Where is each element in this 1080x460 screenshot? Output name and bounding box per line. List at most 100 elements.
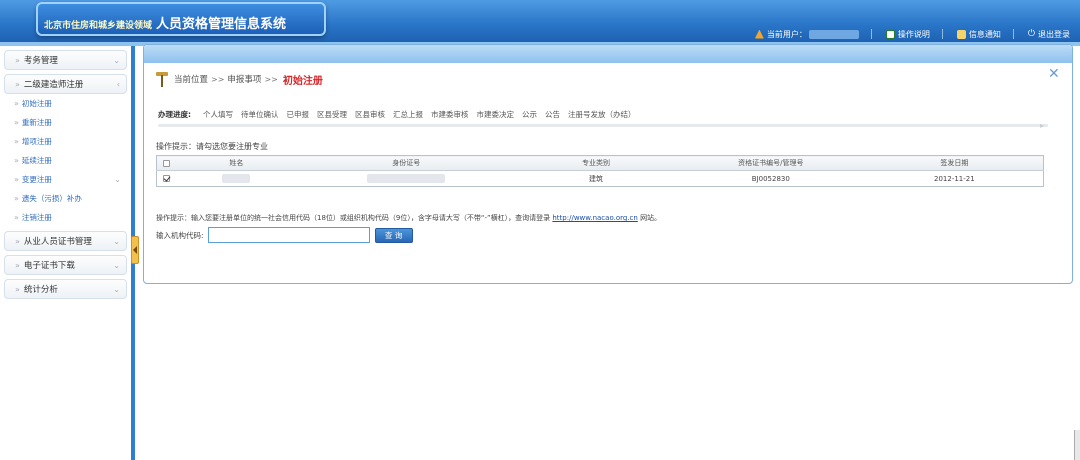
id-redacted	[367, 174, 446, 183]
logo-title: 人员资格管理信息系统	[156, 17, 287, 32]
sidebar-item-label: 初始注册	[21, 99, 52, 108]
help-link[interactable]: 操作说明	[885, 29, 930, 40]
sidebar-item-cancel[interactable]: » 注销注册	[0, 208, 131, 227]
double-chevron-icon: »	[15, 236, 20, 246]
table-row[interactable]: 建筑 BJ0052830 2012-11-21	[156, 170, 1044, 187]
org-code-hint-suffix: 网站。	[640, 214, 662, 222]
sidebar-item-label: 延续注册	[21, 156, 52, 165]
progress-step: 待单位确认	[241, 109, 279, 119]
sidebar-group-label: 二级建造师注册	[23, 80, 84, 90]
double-chevron-icon: »	[14, 156, 19, 165]
user-toolbar: 当前用户： 操作说明 信息通知 ⏻ 退出登录	[741, 28, 1070, 40]
double-chevron-icon: »	[15, 79, 20, 89]
notice-label: 信息通知	[968, 29, 1001, 39]
sidebar-group-statistics[interactable]: » 统计分析 ⌄	[4, 279, 127, 299]
org-code-label: 输入机构代码:	[156, 230, 204, 240]
progress-step: 市建委审核	[431, 109, 469, 119]
chevron-down-icon: ⌄	[114, 175, 121, 184]
user-icon	[754, 29, 764, 39]
sidebar-group-certificates[interactable]: » 从业人员证书管理 ⌄	[4, 231, 127, 251]
user-name-redacted	[808, 29, 859, 39]
header-bar: 北京市住房和城乡建设领域 人员资格管理信息系统 当前用户： 操作说明 信息通知 ⏻…	[0, 0, 1080, 44]
col-header-id: 身份证号	[296, 155, 517, 171]
progress-step: 汇总上报	[393, 109, 423, 119]
select-major-hint: 操作提示：请勾选您要注册专业	[156, 142, 268, 151]
sidebar-group-exam[interactable]: » 考务管理 ⌄	[4, 50, 127, 70]
sidebar-group-label: 电子证书下载	[23, 261, 75, 271]
double-chevron-icon: »	[15, 260, 20, 270]
major-cell: 建筑	[516, 170, 676, 187]
col-header-major: 专业类别	[516, 155, 676, 171]
progress-step: 注册号发放（办结）	[568, 109, 636, 119]
breadcrumb-separator: >>	[264, 74, 278, 84]
breadcrumb: 当前位置 >> 申报事项 >> 初始注册	[156, 69, 323, 89]
sidebar-group-registration[interactable]: » 二级建造师注册 ‹	[4, 74, 127, 94]
sidebar: » 考务管理 ⌄ » 二级建造师注册 ‹ » 初始注册 » 重新注册 » 增项注…	[0, 46, 135, 460]
progress-track	[158, 124, 1048, 127]
chevron-down-icon: ⌄	[113, 237, 120, 246]
logo-subtitle: 北京市住房和城乡建设领域	[44, 21, 153, 31]
org-code-hint-text: 操作提示：输入您要注册单位的统一社会信用代码（18位）或组织机构代码（9位），含…	[156, 214, 551, 222]
sidebar-item-label: 重新注册	[21, 118, 52, 127]
sidebar-collapse-handle[interactable]	[131, 236, 139, 264]
toolbar-divider	[1012, 29, 1014, 39]
sidebar-item-lost[interactable]: » 遗失（污损）补办	[0, 189, 131, 208]
sidebar-item-initial[interactable]: » 初始注册	[0, 94, 131, 113]
select-all-checkbox[interactable]	[163, 159, 171, 167]
double-chevron-icon: »	[15, 55, 20, 65]
sidebar-group-download[interactable]: » 电子证书下载 ⌄	[4, 255, 127, 275]
query-button[interactable]: 查 询	[374, 227, 413, 243]
sidebar-item-label: 遗失（污损）补办	[21, 194, 82, 203]
double-chevron-icon: »	[14, 118, 19, 127]
chevron-left-icon: ‹	[116, 80, 120, 89]
double-chevron-icon: »	[14, 99, 19, 108]
table-header-row: 姓名 身份证号 专业类别 资格证书编号/管理号 签发日期	[156, 155, 1044, 171]
breadcrumb-root: 当前位置	[174, 75, 209, 85]
sidebar-group-label: 从业人员证书管理	[23, 237, 92, 247]
issue-date-cell: 2012-11-21	[865, 170, 1044, 187]
arrow-right-icon: ▸	[1040, 121, 1045, 130]
sidebar-item-change[interactable]: » 变更注册 ⌄	[0, 170, 131, 189]
cert-number-cell: BJ0052830	[675, 170, 866, 187]
sidebar-item-reregister[interactable]: » 重新注册	[0, 113, 131, 132]
progress-step: 个人填写	[203, 109, 233, 119]
toolbar-divider	[941, 29, 943, 39]
toolbar-divider	[870, 29, 872, 39]
double-chevron-icon: »	[14, 175, 19, 184]
org-code-form: 输入机构代码: 查 询	[156, 227, 413, 243]
sidebar-item-label: 变更注册	[21, 175, 52, 184]
col-header-date: 签发日期	[865, 155, 1044, 171]
org-code-hint: 操作提示：输入您要注册单位的统一社会信用代码（18位）或组织机构代码（9位），含…	[156, 213, 661, 223]
sidebar-item-renew[interactable]: » 延续注册	[0, 151, 131, 170]
row-select-cell[interactable]	[156, 170, 177, 187]
name-cell	[176, 170, 297, 187]
current-user: 当前用户：	[754, 29, 859, 40]
sidebar-group-label: 统计分析	[23, 285, 58, 295]
current-user-label: 当前用户：	[766, 29, 807, 39]
logout-link[interactable]: ⏻ 退出登录	[1028, 29, 1070, 40]
org-code-input[interactable]	[207, 227, 370, 243]
progress-step: 已申报	[286, 109, 310, 119]
nacao-link[interactable]: http://www.nacao.org.cn	[552, 214, 637, 222]
checkbox-icon	[885, 29, 895, 39]
progress-step: 区县受理	[317, 109, 347, 119]
breadcrumb-section[interactable]: 申报事项	[227, 73, 261, 85]
select-all-header[interactable]	[156, 155, 177, 171]
page-title: 初始注册	[282, 75, 323, 87]
chevron-down-icon: ⌄	[113, 56, 120, 65]
scrollbar[interactable]	[1074, 430, 1080, 460]
progress-step: 市建委决定	[476, 109, 515, 119]
name-redacted	[222, 174, 251, 183]
notice-link[interactable]: 信息通知	[956, 29, 1001, 40]
col-header-name: 姓名	[176, 155, 297, 171]
row-checkbox[interactable]	[163, 175, 171, 182]
envelope-icon	[956, 29, 966, 39]
power-icon: ⏻	[1027, 29, 1035, 39]
progress-steps: 办理进度: 个人填写 待单位确认 已申报 区县受理 区县审核 汇总上报 市建委审…	[158, 107, 1058, 121]
progress-title: 办理进度:	[158, 109, 191, 119]
double-chevron-icon: »	[14, 213, 19, 222]
close-icon[interactable]: ✕	[1048, 67, 1062, 81]
double-chevron-icon: »	[15, 284, 20, 294]
chevron-down-icon: ⌄	[113, 285, 120, 294]
sidebar-item-add[interactable]: » 增项注册	[0, 132, 131, 151]
